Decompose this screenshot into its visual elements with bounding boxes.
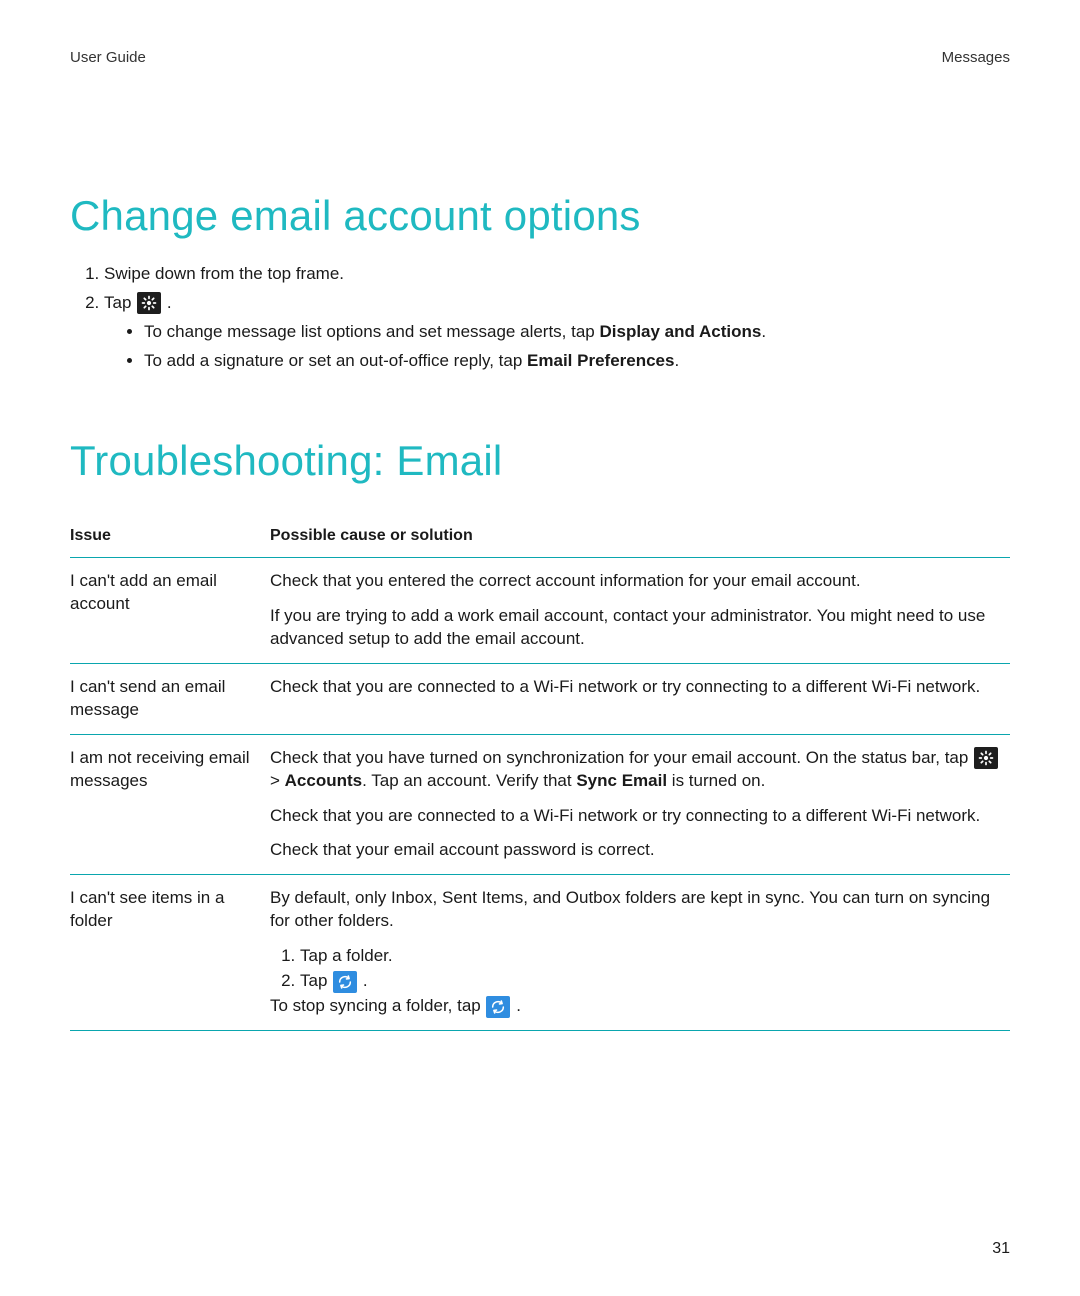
bullet1-pre: To change message list options and set m… (144, 322, 599, 341)
bullet2-bold: Email Preferences (527, 351, 674, 370)
gear-icon (974, 747, 998, 769)
running-header: User Guide Messages (70, 48, 1010, 68)
running-header-right: Messages (942, 48, 1010, 68)
solution-cant-send-email: Check that you are connected to a Wi-Fi … (270, 663, 1010, 734)
sync-icon (333, 971, 357, 993)
step-tap-settings: Tap . (104, 292, 1010, 373)
issue-cant-send-email: I can't send an email message (70, 663, 270, 734)
text-fragment: > (270, 771, 285, 790)
solution-text: Check that you are connected to a Wi-Fi … (270, 676, 1002, 699)
troubleshooting-table: Issue Possible cause or solution I can't… (70, 515, 1010, 1031)
step-swipe-down-text: Swipe down from the top frame. (104, 264, 344, 283)
gear-icon (137, 292, 161, 314)
solution-not-receiving-email: Check that you have turned on synchroniz… (270, 734, 1010, 875)
col-header-issue: Issue (70, 515, 270, 557)
bullet2-post: . (674, 351, 679, 370)
bullet1-bold: Display and Actions (599, 322, 761, 341)
inner-step-tap-sync: Tap . (300, 970, 1002, 993)
folder-sync-steps: Tap a folder. Tap (270, 945, 1002, 993)
bold-sync-email: Sync Email (576, 771, 667, 790)
solution-text: Check that you entered the correct accou… (270, 570, 1002, 593)
sync-icon (486, 996, 510, 1018)
bold-accounts: Accounts (285, 771, 362, 790)
step-swipe-down: Swipe down from the top frame. (104, 263, 1010, 286)
issue-cant-add-account: I can't add an email account (70, 557, 270, 663)
col-header-solution: Possible cause or solution (270, 515, 1010, 557)
bullet-email-preferences: To add a signature or set an out-of-offi… (144, 350, 1010, 373)
text-fragment: . (516, 996, 521, 1015)
inner-step-text: Tap a folder. (300, 946, 393, 965)
heading-troubleshooting-email: Troubleshooting: Email (70, 433, 1010, 490)
change-email-sub-bullets: To change message list options and set m… (104, 321, 1010, 373)
bullet-display-and-actions: To change message list options and set m… (144, 321, 1010, 344)
table-row: I can't add an email account Check that … (70, 557, 1010, 663)
solution-text: By default, only Inbox, Sent Items, and … (270, 887, 1002, 933)
table-row: I am not receiving email messages Check … (70, 734, 1010, 875)
issue-cant-see-folder-items: I can't see items in a folder (70, 875, 270, 1031)
bullet2-pre: To add a signature or set an out-of-offi… (144, 351, 527, 370)
table-row: I can't send an email message Check that… (70, 663, 1010, 734)
solution-text: If you are trying to add a work email ac… (270, 605, 1002, 651)
page-number: 31 (992, 1238, 1010, 1260)
inner-step-prefix: Tap (300, 971, 332, 990)
table-header-row: Issue Possible cause or solution (70, 515, 1010, 557)
running-header-left: User Guide (70, 48, 146, 68)
solution-cant-see-folder-items: By default, only Inbox, Sent Items, and … (270, 875, 1010, 1031)
change-email-steps: Swipe down from the top frame. Tap (70, 263, 1010, 373)
step-tap-settings-suffix: . (167, 293, 172, 312)
stop-sync-text: To stop syncing a folder, tap . (270, 995, 1002, 1018)
text-fragment: To stop syncing a folder, tap (270, 996, 485, 1015)
page: User Guide Messages Change email account… (0, 0, 1080, 1296)
text-fragment: Check that you have turned on synchroniz… (270, 748, 973, 767)
issue-not-receiving-email: I am not receiving email messages (70, 734, 270, 875)
text-fragment: . Tap an account. Verify that (362, 771, 576, 790)
text-fragment: is turned on. (667, 771, 765, 790)
solution-text: Check that you are connected to a Wi-Fi … (270, 805, 1002, 828)
solution-text: Check that your email account password i… (270, 839, 1002, 862)
solution-cant-add-account: Check that you entered the correct accou… (270, 557, 1010, 663)
table-row: I can't see items in a folder By default… (70, 875, 1010, 1031)
solution-text: Check that you have turned on synchroniz… (270, 747, 1002, 793)
heading-change-email-options: Change email account options (70, 188, 1010, 245)
step-tap-settings-prefix: Tap (104, 293, 136, 312)
inner-step-suffix: . (363, 971, 368, 990)
bullet1-post: . (761, 322, 766, 341)
inner-step-tap-folder: Tap a folder. (300, 945, 1002, 968)
